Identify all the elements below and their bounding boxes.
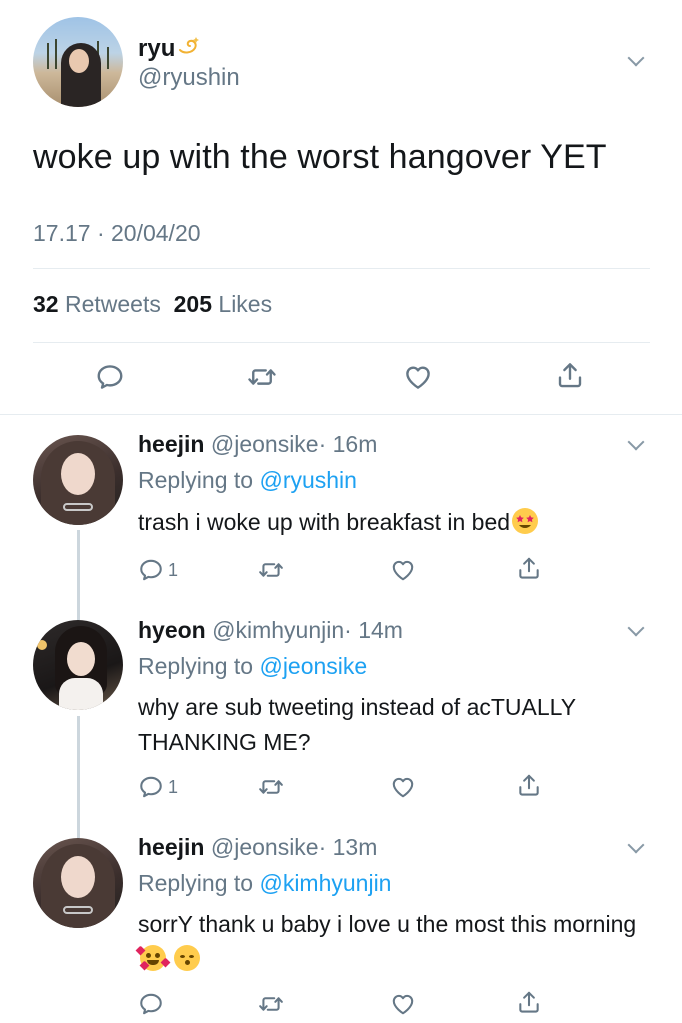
reply-time: · 13m bbox=[318, 834, 378, 860]
retweet-button[interactable] bbox=[258, 991, 284, 1017]
replying-label: Replying to bbox=[138, 653, 254, 679]
reply-count: 1 bbox=[168, 559, 179, 580]
like-button[interactable] bbox=[390, 991, 416, 1017]
reply-count: 1 bbox=[168, 776, 179, 797]
smiling-face-with-hearts-emoji-icon bbox=[135, 945, 171, 971]
author-handle[interactable]: @kimhyunjin bbox=[212, 617, 344, 643]
thread-line bbox=[77, 716, 80, 838]
reply-text-content: trash i woke up with breakfast in bed bbox=[138, 509, 511, 535]
author-handle[interactable]: @jeonsike bbox=[211, 834, 319, 860]
author-handle[interactable]: @jeonsike bbox=[211, 431, 319, 457]
share-button[interactable] bbox=[516, 555, 542, 581]
chevron-down-icon[interactable] bbox=[627, 619, 645, 637]
author-name-text: ryu bbox=[138, 35, 176, 62]
kissing-face-emoji-icon bbox=[174, 945, 201, 971]
share-icon bbox=[516, 989, 542, 1015]
like-button[interactable] bbox=[390, 557, 416, 583]
reply-text: sorrY thank u baby i love u the most thi… bbox=[135, 907, 658, 977]
retweet-icon bbox=[247, 362, 277, 392]
author-name[interactable]: heejin bbox=[138, 834, 204, 860]
retweet-icon bbox=[258, 991, 284, 1017]
heart-icon bbox=[390, 774, 416, 800]
avatar[interactable] bbox=[33, 17, 123, 107]
star-struck-emoji-icon bbox=[512, 508, 539, 534]
replying-to: Replying to @kimhyunjin bbox=[138, 870, 391, 897]
reply-button[interactable]: 1 bbox=[138, 774, 178, 800]
main-tweet: ryu @ryushin woke up with the worst hang… bbox=[0, 0, 682, 415]
divider bbox=[33, 342, 650, 343]
retweet-button[interactable] bbox=[247, 362, 277, 392]
retweet-count[interactable]: 32 bbox=[33, 291, 59, 317]
retweets-label[interactable]: Retweets bbox=[65, 291, 161, 317]
likes-label[interactable]: Likes bbox=[218, 291, 272, 317]
mention-link[interactable]: @ryushin bbox=[259, 467, 357, 493]
reply-icon bbox=[95, 362, 125, 392]
author-handle[interactable]: @ryushin bbox=[138, 64, 240, 92]
share-icon bbox=[516, 772, 542, 798]
replying-to: Replying to @jeonsike bbox=[138, 653, 367, 680]
reply-time: · 16m bbox=[318, 431, 378, 457]
share-button[interactable] bbox=[516, 772, 542, 798]
heart-icon bbox=[390, 991, 416, 1017]
retweet-button[interactable] bbox=[258, 557, 284, 583]
tweet-text: woke up with the worst hangover YET bbox=[33, 138, 607, 176]
reply-button[interactable]: 1 bbox=[138, 557, 178, 583]
like-button[interactable] bbox=[390, 774, 416, 800]
divider bbox=[33, 268, 650, 269]
like-button[interactable] bbox=[403, 362, 433, 392]
reply-time: · 14m bbox=[344, 617, 403, 643]
reply-text-content: sorrY thank u baby i love u the most thi… bbox=[138, 911, 637, 937]
reply-icon bbox=[138, 991, 164, 1017]
chevron-down-icon[interactable] bbox=[627, 836, 645, 854]
avatar[interactable] bbox=[33, 435, 123, 525]
mention-link[interactable]: @kimhyunjin bbox=[259, 870, 391, 896]
replying-to: Replying to @ryushin bbox=[138, 467, 357, 494]
chevron-down-icon[interactable] bbox=[627, 49, 645, 67]
share-icon bbox=[555, 360, 585, 390]
reply-icon bbox=[138, 557, 164, 583]
heart-icon bbox=[390, 557, 416, 583]
divider bbox=[0, 414, 682, 415]
dizzy-emoji-icon bbox=[177, 34, 201, 62]
reply-button[interactable] bbox=[138, 991, 164, 1017]
reply-header: heejin @jeonsike· 13m bbox=[138, 834, 377, 861]
reply-header: hyeon @kimhyunjin· 14m bbox=[138, 617, 403, 644]
reply-icon bbox=[138, 774, 164, 800]
mention-link[interactable]: @jeonsike bbox=[259, 653, 367, 679]
heart-icon bbox=[403, 362, 433, 392]
tweet-stats: 32 Retweets 205 Likes bbox=[33, 291, 272, 318]
author-name[interactable]: ryu bbox=[138, 34, 201, 63]
retweet-icon bbox=[258, 557, 284, 583]
retweet-button[interactable] bbox=[258, 774, 284, 800]
reply-text: trash i woke up with breakfast in bed bbox=[138, 505, 658, 540]
retweet-icon bbox=[258, 774, 284, 800]
share-button[interactable] bbox=[555, 360, 585, 390]
chevron-down-icon[interactable] bbox=[627, 433, 645, 451]
replying-label: Replying to bbox=[138, 467, 254, 493]
share-button[interactable] bbox=[516, 989, 542, 1015]
avatar[interactable] bbox=[33, 838, 123, 928]
like-count[interactable]: 205 bbox=[174, 291, 212, 317]
author-name[interactable]: heejin bbox=[138, 431, 204, 457]
replying-label: Replying to bbox=[138, 870, 254, 896]
avatar[interactable] bbox=[33, 620, 123, 710]
reply-header: heejin @jeonsike· 16m bbox=[138, 431, 377, 458]
thread-line bbox=[77, 530, 80, 620]
author-name[interactable]: hyeon bbox=[138, 617, 206, 643]
reply-text: why are sub tweeting instead of acTUALLY… bbox=[138, 694, 576, 755]
share-icon bbox=[516, 555, 542, 581]
tweet-timestamp: 17.17 · 20/04/20 bbox=[33, 220, 201, 246]
reply-button[interactable] bbox=[95, 362, 125, 392]
